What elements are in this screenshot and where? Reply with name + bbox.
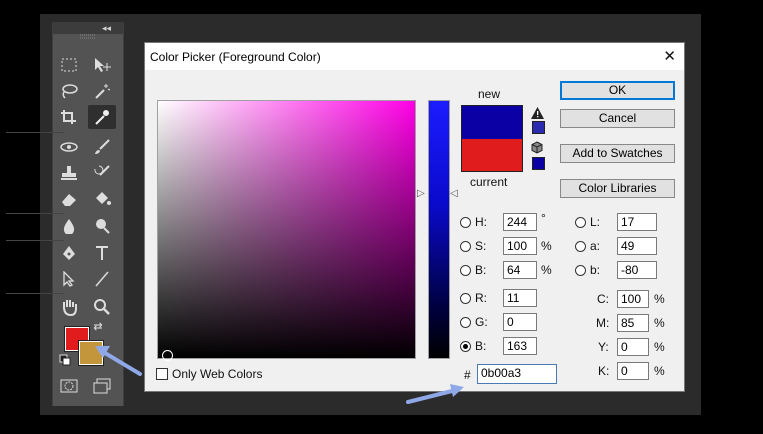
green-radio[interactable] (460, 317, 471, 328)
lab-l-label: L: (590, 215, 601, 229)
black-label: K: (598, 364, 610, 378)
black-unit: % (654, 364, 665, 378)
close-icon[interactable]: ✕ (663, 47, 676, 65)
magic-wand-icon[interactable] (88, 79, 116, 103)
green-input[interactable]: 0 (503, 313, 537, 331)
slider-arrow-left-icon[interactable]: ▷ (417, 188, 425, 199)
lab-b-label: b: (590, 263, 601, 277)
annotation-arrow-icon (95, 346, 142, 376)
panel-collapse[interactable]: ◂◂ (53, 22, 123, 34)
blue-radio[interactable] (460, 341, 471, 352)
history-brush-icon[interactable] (88, 161, 116, 185)
cancel-button[interactable]: Cancel (560, 109, 675, 128)
default-colors-icon[interactable] (56, 352, 74, 368)
green-label: G: (475, 315, 488, 329)
path-select-icon[interactable] (55, 267, 83, 291)
lab-a-label: a: (590, 239, 601, 253)
new-color-swatch[interactable] (461, 105, 523, 141)
gamut-color-swatch[interactable] (532, 121, 545, 134)
yellow-label: Y: (598, 340, 609, 354)
slider-arrow-right-icon[interactable]: ◁ (450, 188, 458, 199)
hex-input[interactable]: 0b00a3 (477, 364, 557, 384)
red-label: R: (475, 291, 487, 305)
yellow-unit: % (654, 340, 665, 354)
cyan-unit: % (654, 292, 665, 306)
swap-colors-icon[interactable]: ⇄ (88, 318, 108, 334)
hue-unit: ° (541, 211, 546, 225)
color-slider[interactable] (428, 100, 450, 359)
red-input[interactable]: 11 (503, 289, 537, 307)
hex-label: # (464, 368, 471, 382)
only-web-colors-checkbox[interactable] (156, 368, 168, 380)
hand-icon[interactable] (55, 295, 83, 319)
type-icon[interactable] (88, 241, 116, 265)
new-label: new (478, 87, 501, 101)
dialog-title: Color Picker (Foreground Color) (150, 50, 321, 64)
healing-icon[interactable] (55, 135, 83, 159)
eyedropper-icon[interactable] (88, 105, 116, 129)
magenta-input[interactable]: 85 (617, 314, 649, 332)
lasso-icon[interactable] (55, 79, 83, 103)
saturation-label: S: (475, 239, 487, 253)
ok-button[interactable]: OK (560, 81, 675, 100)
lab-b-input[interactable]: -80 (617, 261, 657, 279)
saturation-radio[interactable] (460, 241, 471, 252)
black-input[interactable]: 0 (617, 362, 649, 380)
add-to-swatches-button[interactable]: Add to Swatches (560, 144, 675, 163)
crop-icon[interactable] (55, 105, 83, 129)
brightness-unit: % (541, 263, 552, 277)
lab-l-radio[interactable] (575, 217, 586, 228)
lab-b-radio[interactable] (575, 265, 586, 276)
saturation-input[interactable]: 100 (503, 237, 537, 255)
dodge-icon[interactable] (88, 214, 116, 238)
current-label: current (470, 175, 508, 189)
color-field[interactable] (157, 100, 416, 361)
eraser-icon[interactable] (55, 187, 83, 211)
quick-mask-icon[interactable] (55, 374, 83, 398)
brush-icon[interactable] (88, 135, 116, 159)
fill-icon[interactable] (88, 187, 116, 211)
panel-grip[interactable] (53, 34, 123, 42)
color-field-marker[interactable] (162, 350, 173, 361)
cyan-label: C: (597, 292, 609, 306)
brightness-radio[interactable] (460, 265, 471, 276)
lab-a-radio[interactable] (575, 241, 586, 252)
only-web-colors-label: Only Web Colors (172, 367, 263, 381)
stamp-icon[interactable] (55, 161, 83, 185)
lab-l-input[interactable]: 17 (617, 213, 657, 231)
zoom-icon[interactable] (88, 295, 116, 319)
yellow-input[interactable]: 0 (617, 338, 649, 356)
color-picker-dialog: Color Picker (Foreground Color) ✕ ▷ ◁ ne… (144, 42, 685, 392)
annotation-arrow-icon (406, 384, 464, 404)
brightness-input[interactable]: 64 (503, 261, 537, 279)
move-icon[interactable] (88, 53, 116, 77)
hue-radio[interactable] (460, 217, 471, 228)
line-icon[interactable] (88, 267, 116, 291)
color-libraries-button[interactable]: Color Libraries (560, 179, 675, 198)
web-safe-color-swatch[interactable] (532, 157, 545, 170)
dialog-titlebar: Color Picker (Foreground Color) ✕ (145, 43, 684, 70)
magenta-unit: % (654, 316, 665, 330)
blue-label: B: (475, 339, 487, 353)
pen-icon[interactable] (55, 241, 83, 265)
saturation-unit: % (541, 239, 552, 253)
marquee-icon[interactable] (55, 53, 83, 77)
blue-input[interactable]: 163 (503, 337, 537, 355)
red-radio[interactable] (460, 293, 471, 304)
hue-label: H: (475, 215, 487, 229)
brightness-label: B: (475, 263, 487, 277)
cyan-input[interactable]: 100 (617, 290, 649, 308)
lab-a-input[interactable]: 49 (617, 237, 657, 255)
hue-input[interactable]: 244 (503, 213, 537, 231)
magenta-label: M: (596, 316, 610, 330)
current-color-swatch[interactable] (461, 139, 523, 172)
blur-icon[interactable] (55, 214, 83, 238)
